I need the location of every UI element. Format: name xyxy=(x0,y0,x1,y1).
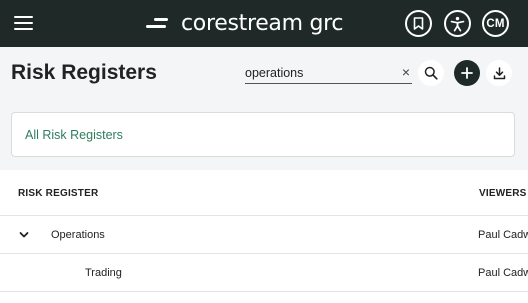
clear-search-icon[interactable]: × xyxy=(402,64,410,80)
search-input[interactable] xyxy=(245,62,395,83)
table-row[interactable]: Trading Paul Cadw xyxy=(0,254,528,292)
accessibility-icon xyxy=(450,16,465,31)
register-viewers: Paul Cadw xyxy=(478,267,528,279)
bookmark-icon xyxy=(413,17,424,30)
chevron-down-icon[interactable] xyxy=(18,229,30,241)
avatar-initials: CM xyxy=(486,17,505,30)
table-header: RISK REGISTER VIEWERS xyxy=(0,170,528,216)
add-register-button[interactable] xyxy=(454,60,480,86)
page-title: Risk Registers xyxy=(11,61,157,84)
search-field: × xyxy=(245,62,412,84)
search-button[interactable] xyxy=(418,60,444,86)
column-header-risk-register[interactable]: RISK REGISTER xyxy=(18,188,98,199)
logo[interactable]: corestream grc xyxy=(146,9,343,37)
download-icon xyxy=(493,66,505,79)
accessibility-button[interactable] xyxy=(444,10,471,37)
menu-icon[interactable] xyxy=(14,14,34,32)
add-icon xyxy=(461,67,473,79)
download-button[interactable] xyxy=(486,60,512,86)
user-avatar[interactable]: CM xyxy=(482,10,509,37)
register-name: Trading xyxy=(85,267,122,279)
bookmark-button[interactable] xyxy=(405,10,432,37)
logo-mark-icon xyxy=(146,16,170,30)
logo-text: corestream grc xyxy=(181,10,344,36)
filter-card: All Risk Registers xyxy=(11,112,515,157)
risk-register-table: RISK REGISTER VIEWERS Operations Paul Ca… xyxy=(0,170,528,303)
register-viewers: Paul Cadw xyxy=(478,229,528,241)
column-header-viewers[interactable]: VIEWERS xyxy=(479,188,527,199)
search-icon xyxy=(424,66,438,80)
top-navigation-bar: corestream grc CM xyxy=(0,0,528,47)
all-risk-registers-link[interactable]: All Risk Registers xyxy=(25,128,123,142)
register-name: Operations xyxy=(51,229,105,241)
table-row[interactable]: Operations Paul Cadw xyxy=(0,216,528,254)
